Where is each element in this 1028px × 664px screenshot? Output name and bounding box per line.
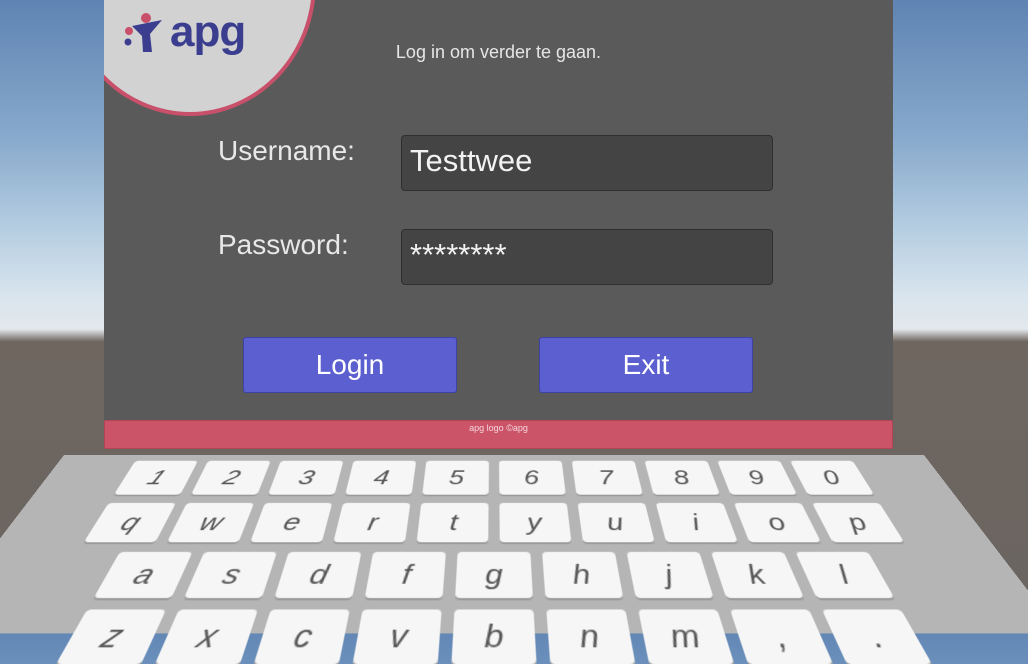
keyboard-row: asdfghjkl [4, 551, 983, 599]
keyboard-key[interactable]: , [729, 609, 834, 664]
keyboard-key[interactable]: 8 [644, 460, 720, 495]
keyboard-key[interactable]: s [183, 551, 278, 599]
keyboard-key[interactable]: j [626, 551, 714, 599]
keyboard-key[interactable]: x [154, 609, 259, 664]
keyboard-key[interactable]: o [733, 502, 822, 543]
keyboard-key[interactable]: b [451, 609, 537, 664]
username-input[interactable]: Testtwee [401, 135, 773, 191]
keyboard-key[interactable]: k [710, 551, 805, 599]
footer-bar: apg logo ©apg [104, 420, 893, 449]
keyboard-key[interactable]: z [55, 609, 167, 664]
keyboard-key[interactable]: l [795, 551, 895, 599]
keyboard-key[interactable]: a [93, 551, 193, 599]
keyboard-key[interactable]: u [577, 502, 655, 543]
password-input[interactable]: ******** [401, 229, 773, 285]
keyboard-key[interactable]: g [455, 551, 533, 599]
keyboard-key[interactable]: 0 [790, 460, 875, 495]
keyboard-key[interactable]: t [416, 502, 489, 543]
virtual-keyboard: 1234567890 qwertyuiop asdfghjkl zxcvbnm,. [0, 455, 1028, 664]
keyboard-key[interactable]: 9 [717, 460, 798, 495]
keyboard-key[interactable]: h [542, 551, 624, 599]
keyboard-key[interactable]: r [333, 502, 411, 543]
login-subtitle: Log in om verder te gaan. [395, 42, 602, 62]
keyboard-key[interactable]: m [638, 609, 735, 664]
keyboard-row: qwertyuiop [43, 502, 944, 543]
keyboard-key[interactable]: i [655, 502, 738, 543]
keyboard-key[interactable]: . [821, 609, 933, 664]
keyboard-key[interactable]: n [546, 609, 636, 664]
keyboard-key[interactable]: d [274, 551, 362, 599]
login-panel: apg Log in om verder te gaan. Username: … [104, 0, 893, 420]
keyboard-key[interactable]: v [352, 609, 442, 664]
keyboard-key[interactable]: c [253, 609, 350, 664]
keyboard-key[interactable]: 7 [571, 460, 643, 495]
keyboard-key[interactable]: 4 [345, 460, 417, 495]
keyboard-key[interactable]: 6 [499, 460, 566, 495]
keyboard-row: zxcvbnm,. [0, 609, 1028, 664]
keyboard-key[interactable]: 2 [190, 460, 271, 495]
keyboard-key[interactable]: f [364, 551, 446, 599]
exit-button[interactable]: Exit [539, 337, 753, 393]
keyboard-key[interactable]: w [166, 502, 255, 543]
keyboard-key[interactable]: q [83, 502, 176, 543]
keyboard-row: 1234567890 [76, 460, 911, 495]
keyboard-key[interactable]: 5 [422, 460, 489, 495]
keyboard-key[interactable]: p [812, 502, 905, 543]
keyboard-key[interactable]: e [250, 502, 333, 543]
keyboard-surface: 1234567890 qwertyuiop asdfghjkl zxcvbnm,. [0, 455, 1028, 664]
keyboard-key[interactable]: 1 [113, 460, 198, 495]
keyboard-key[interactable]: 3 [268, 460, 344, 495]
keyboard-key[interactable]: y [499, 502, 572, 543]
username-label: Username: [218, 135, 355, 166]
login-button[interactable]: Login [243, 337, 457, 393]
password-label: Password: [218, 229, 349, 260]
